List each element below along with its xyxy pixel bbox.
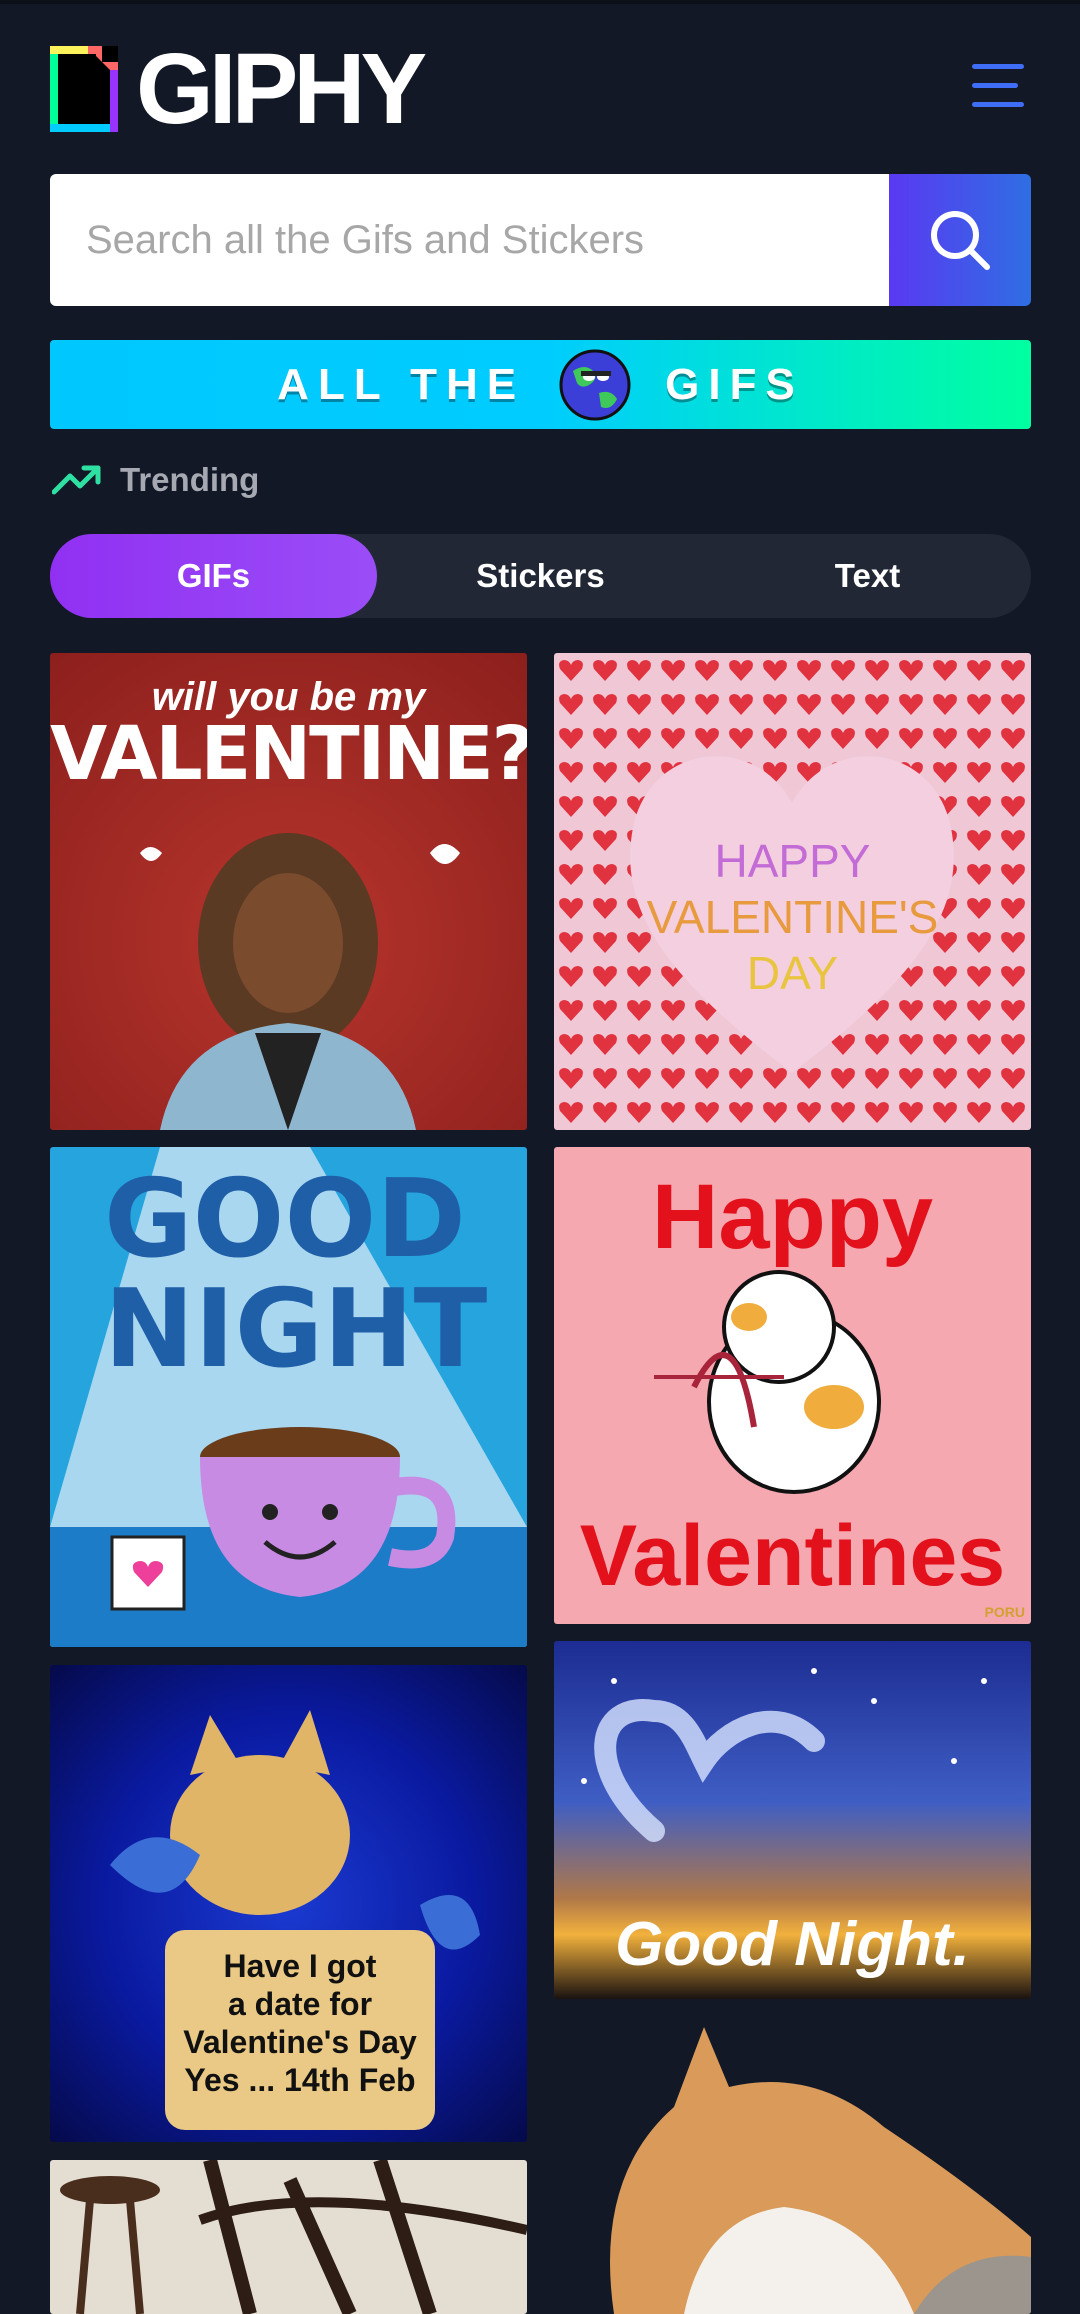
caption-line: Have I got [223,1948,377,1984]
gif-item[interactable]: Good Night. [554,1641,1031,1999]
gif-item[interactable]: Have I got a date for Valentine's Day Ye… [50,1665,527,2142]
gif-item[interactable]: will you be my VALENTINE? [50,653,527,1130]
gif-item[interactable] [554,2017,1031,2314]
banner-left-text: ALL THE [277,359,526,409]
search-button[interactable] [889,174,1031,306]
banner-right-text: GIFS [665,359,804,409]
gif-caption-lines: GOOD NIGHT [104,1165,487,1385]
gif-item[interactable]: GOOD NIGHT [50,1147,527,1647]
gif-item[interactable]: HAPPY VALENTINE'S DAY [554,653,1031,1130]
gif-caption-bottom: Valentines [579,1508,1006,1604]
globe-icon [559,349,631,420]
caption-line: Valentine's Day [183,2024,417,2060]
furniture-illustration [60,2160,527,2314]
gif-caption-lines: HAPPY VALENTINE'S DAY [554,833,1031,1001]
caption-line: NIGHT [104,1267,488,1392]
giphy-wordmark: GIPHY [136,33,427,145]
gif-item[interactable] [50,2160,527,2314]
hamburger-menu-icon[interactable] [968,62,1028,110]
gif-caption-main: Good Night. [615,1910,970,1979]
status-bar-strip [0,0,1080,4]
giphy-logo-icon [50,46,118,132]
caption-line: a date for [227,1986,373,2022]
content-type-tabs: GIFs Stickers Text [50,534,1031,618]
tab-gifs[interactable]: GIFs [50,534,377,618]
trending-up-icon [52,465,101,495]
trending-header: Trending [52,456,259,504]
sleeping-cat-illustration [610,2027,1031,2314]
search-input[interactable] [50,174,889,306]
search-bar [50,174,1031,306]
person-illustration [140,833,460,1130]
caption-line: GOOD [104,1157,466,1282]
tab-stickers[interactable]: Stickers [377,534,704,618]
caption-line: HAPPY [714,835,871,887]
caption-line: DAY [746,947,839,999]
gif-credit: PORU [984,1604,1025,1620]
tab-text[interactable]: Text [704,534,1031,618]
caption-line: Yes ... 14th Feb [184,2062,416,2098]
trending-label: Trending [120,461,260,498]
gif-caption-lines: Have I got a date for Valentine's Day Ye… [160,1947,440,2099]
giphy-logo[interactable]: GIPHY [50,33,427,145]
gif-item[interactable]: Happy Valentines PORU [554,1147,1031,1624]
caption-line: VALENTINE'S [646,891,939,943]
all-the-gifs-banner[interactable]: ALL THE GIFS [50,340,1031,429]
search-icon [931,211,990,270]
